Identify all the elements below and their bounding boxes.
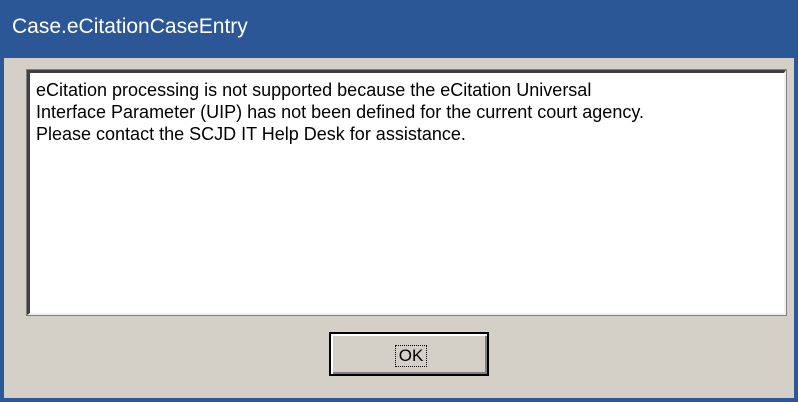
window-title: Case.eCitationCaseEntry [12, 15, 248, 38]
ok-button[interactable]: OK [329, 332, 489, 376]
message-text-area: eCitation processing is not supported be… [26, 69, 787, 316]
ok-button-label: OK [395, 345, 427, 367]
title-bar[interactable]: Case.eCitationCaseEntry [0, 0, 798, 58]
dialog-window: Case.eCitationCaseEntry eCitation proces… [0, 0, 798, 402]
error-message: eCitation processing is not supported be… [36, 80, 644, 144]
